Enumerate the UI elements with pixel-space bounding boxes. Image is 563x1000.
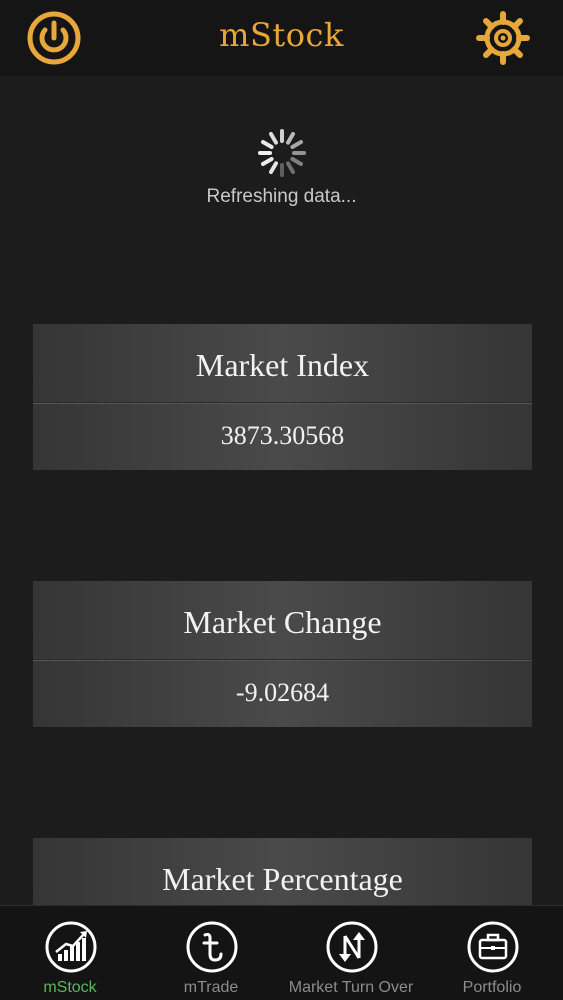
market-change-title: Market Change [33,581,532,660]
market-index-value: 3873.30568 [33,403,532,470]
header-bar: mStock [0,0,563,76]
taka-icon [186,921,238,973]
tab-market-turn-over-label: Market Turn Over [288,979,414,996]
market-change-value: -9.02684 [33,660,532,727]
up-down-arrows-icon [326,921,378,973]
tab-mstock[interactable]: mStock [0,906,140,1000]
loading-text: Refreshing data... [206,186,357,207]
settings-button[interactable] [475,10,531,66]
market-index-title: Market Index [33,324,532,403]
growth-chart-icon [45,921,97,973]
tab-market-turn-over[interactable]: Market Turn Over [281,906,421,1000]
tab-mtrade-label: mTrade [183,979,239,996]
market-change-card: Market Change -9.02684 [33,581,532,727]
tab-mstock-label: mStock [43,979,97,996]
gear-icon [476,11,530,65]
tab-portfolio-label: Portfolio [462,979,522,996]
spinner-icon [257,129,306,177]
tab-portfolio[interactable]: Portfolio [422,906,562,1000]
tab-mtrade[interactable]: mTrade [141,906,281,1000]
briefcase-icon [467,921,519,973]
loading-spinner [0,126,563,185]
bottom-tab-bar: mStock mTrade Market Turn Over Portfolio [0,905,563,1000]
app-screen: mStock Refreshing data... Market Index 3… [0,0,563,1000]
market-index-card: Market Index 3873.30568 [33,324,532,470]
